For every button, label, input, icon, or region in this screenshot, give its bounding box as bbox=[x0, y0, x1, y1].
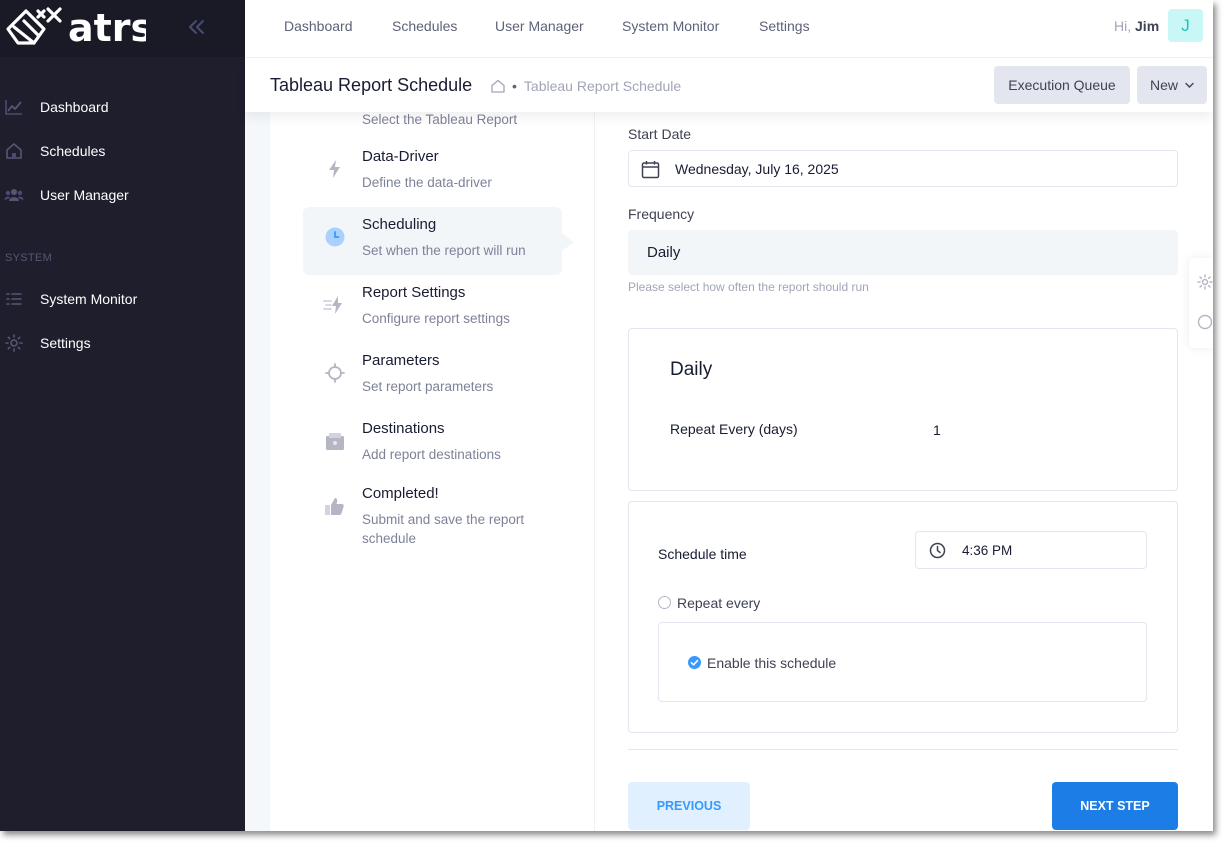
repeat-every-label[interactable]: Repeat every bbox=[677, 595, 760, 611]
step-title: Data-Driver bbox=[362, 148, 439, 165]
chart-icon bbox=[5, 100, 22, 115]
atrs-logo[interactable]: atrs bbox=[4, 3, 146, 49]
sidebar-item-label: User Manager bbox=[40, 187, 129, 203]
sidebar: atrs Dashboard Schedules User Manager SY… bbox=[0, 0, 245, 831]
topnav-settings[interactable]: Settings bbox=[759, 18, 810, 34]
clock-icon bbox=[929, 542, 946, 559]
step-desc: Add report destinations bbox=[362, 447, 501, 462]
users-icon bbox=[4, 189, 24, 201]
sidebar-item-settings[interactable]: Settings bbox=[0, 321, 245, 365]
sidebar-item-dashboard[interactable]: Dashboard bbox=[0, 85, 245, 129]
user-greeting: Hi, Jim bbox=[1114, 18, 1159, 34]
schedule-time-value: 4:36 PM bbox=[962, 543, 1013, 558]
step-desc: Submit and save the report schedule bbox=[362, 512, 525, 546]
new-dropdown-button[interactable]: New bbox=[1137, 66, 1207, 104]
home-icon bbox=[6, 143, 22, 159]
target-icon bbox=[325, 363, 345, 383]
step-destinations[interactable]: Destinations Add report destinations bbox=[303, 411, 562, 479]
sidebar-item-user-manager[interactable]: User Manager bbox=[0, 173, 245, 217]
previous-button[interactable]: PREVIOUS bbox=[628, 782, 750, 830]
gear-icon bbox=[5, 334, 23, 352]
execution-queue-button[interactable]: Execution Queue bbox=[994, 66, 1130, 104]
step-scheduling[interactable]: Scheduling Set when the report will run bbox=[303, 207, 574, 275]
start-date-value: Wednesday, July 16, 2025 bbox=[675, 161, 839, 177]
enable-schedule-label[interactable]: Enable this schedule bbox=[707, 655, 836, 671]
floating-toolbar bbox=[1189, 258, 1213, 348]
breadcrumb-current: Tableau Report Schedule bbox=[523, 78, 682, 94]
new-button-label: New bbox=[1150, 77, 1179, 93]
daily-options-panel bbox=[628, 328, 1178, 491]
sidebar-item-schedules[interactable]: Schedules bbox=[0, 129, 245, 173]
mailbox-icon bbox=[326, 433, 344, 450]
start-date-field[interactable]: Wednesday, July 16, 2025 bbox=[628, 150, 1178, 187]
start-date-label: Start Date bbox=[628, 126, 692, 142]
step-report-settings[interactable]: Report Settings Configure report setting… bbox=[303, 275, 562, 343]
greeting-text: Hi, bbox=[1114, 18, 1132, 34]
logo-bar: atrs bbox=[0, 0, 245, 57]
thumbs-up-icon bbox=[325, 498, 344, 515]
schedule-time-label: Schedule time bbox=[658, 546, 747, 562]
step-title: Scheduling bbox=[362, 216, 437, 233]
step-parameters[interactable]: Parameters Set report parameters bbox=[303, 343, 562, 411]
step-title: Completed! bbox=[362, 485, 439, 502]
checkmark-icon bbox=[690, 659, 699, 666]
frequency-select[interactable]: Daily bbox=[628, 230, 1178, 275]
clock-icon bbox=[325, 227, 345, 247]
sidebar-section-label: SYSTEM bbox=[5, 252, 53, 264]
home-icon[interactable] bbox=[490, 78, 506, 94]
sidebar-item-system-monitor[interactable]: System Monitor bbox=[0, 277, 245, 321]
enable-schedule-checkbox[interactable] bbox=[688, 656, 701, 669]
schedule-time-field[interactable]: 4:36 PM bbox=[915, 531, 1147, 569]
frequency-help-text: Please select how often the report shoul… bbox=[628, 280, 869, 294]
step-completed[interactable]: Completed! Submit and save the report sc… bbox=[303, 476, 562, 556]
sidebar-item-label: System Monitor bbox=[40, 291, 138, 307]
page-title: Tableau Report Schedule bbox=[270, 75, 473, 95]
calendar-icon bbox=[641, 161, 660, 179]
topnav-user-manager[interactable]: User Manager bbox=[495, 18, 584, 34]
list-icon bbox=[6, 293, 22, 305]
step-title: Report Settings bbox=[362, 284, 466, 301]
topnav-schedules[interactable]: Schedules bbox=[392, 18, 457, 34]
breadcrumb: • Tableau Report Schedule bbox=[490, 78, 681, 94]
form-divider bbox=[628, 749, 1178, 750]
frequency-label: Frequency bbox=[628, 206, 695, 222]
step-desc: Set when the report will run bbox=[362, 243, 526, 258]
stepper-divider bbox=[594, 112, 595, 831]
user-name: Jim bbox=[1135, 18, 1160, 34]
app-window: atrs Dashboard Schedules User Manager SY… bbox=[0, 0, 1213, 831]
next-step-button[interactable]: NEXT STEP bbox=[1052, 782, 1178, 830]
collapse-sidebar-icon[interactable] bbox=[184, 14, 210, 40]
step-title: Destinations bbox=[362, 420, 445, 437]
daily-panel-title: Daily bbox=[670, 359, 713, 380]
sidebar-item-label: Schedules bbox=[40, 143, 106, 159]
fast-lightning-icon bbox=[323, 296, 342, 314]
lightning-icon bbox=[329, 160, 340, 178]
avatar[interactable]: J bbox=[1168, 9, 1203, 42]
repeat-every-radio[interactable] bbox=[658, 596, 671, 609]
breadcrumb-separator: • bbox=[512, 78, 517, 94]
step-desc: Select the Tableau Report bbox=[362, 112, 518, 127]
step-title: Parameters bbox=[362, 352, 440, 369]
step-data-driver[interactable]: Data-Driver Define the data-driver bbox=[303, 139, 562, 207]
help-icon[interactable] bbox=[1197, 314, 1213, 330]
sidebar-item-label: Settings bbox=[40, 335, 91, 351]
repeat-every-days-label: Repeat Every (days) bbox=[670, 421, 798, 437]
topnav-system-monitor[interactable]: System Monitor bbox=[622, 18, 719, 34]
topnav-dashboard[interactable]: Dashboard bbox=[284, 18, 353, 34]
page-toolbar: Tableau Report Schedule • Tableau Report… bbox=[245, 58, 1213, 112]
step-desc: Define the data-driver bbox=[362, 175, 492, 190]
sidebar-item-label: Dashboard bbox=[40, 99, 109, 115]
repeat-every-days-input[interactable]: 1 bbox=[924, 419, 984, 441]
gear-icon[interactable] bbox=[1197, 274, 1213, 290]
top-navbar: Dashboard Schedules User Manager System … bbox=[245, 0, 1213, 58]
chevron-down-icon bbox=[1185, 82, 1194, 88]
logo-text: atrs bbox=[68, 6, 146, 49]
step-desc: Set report parameters bbox=[362, 379, 494, 394]
step-desc: Configure report settings bbox=[362, 311, 510, 326]
